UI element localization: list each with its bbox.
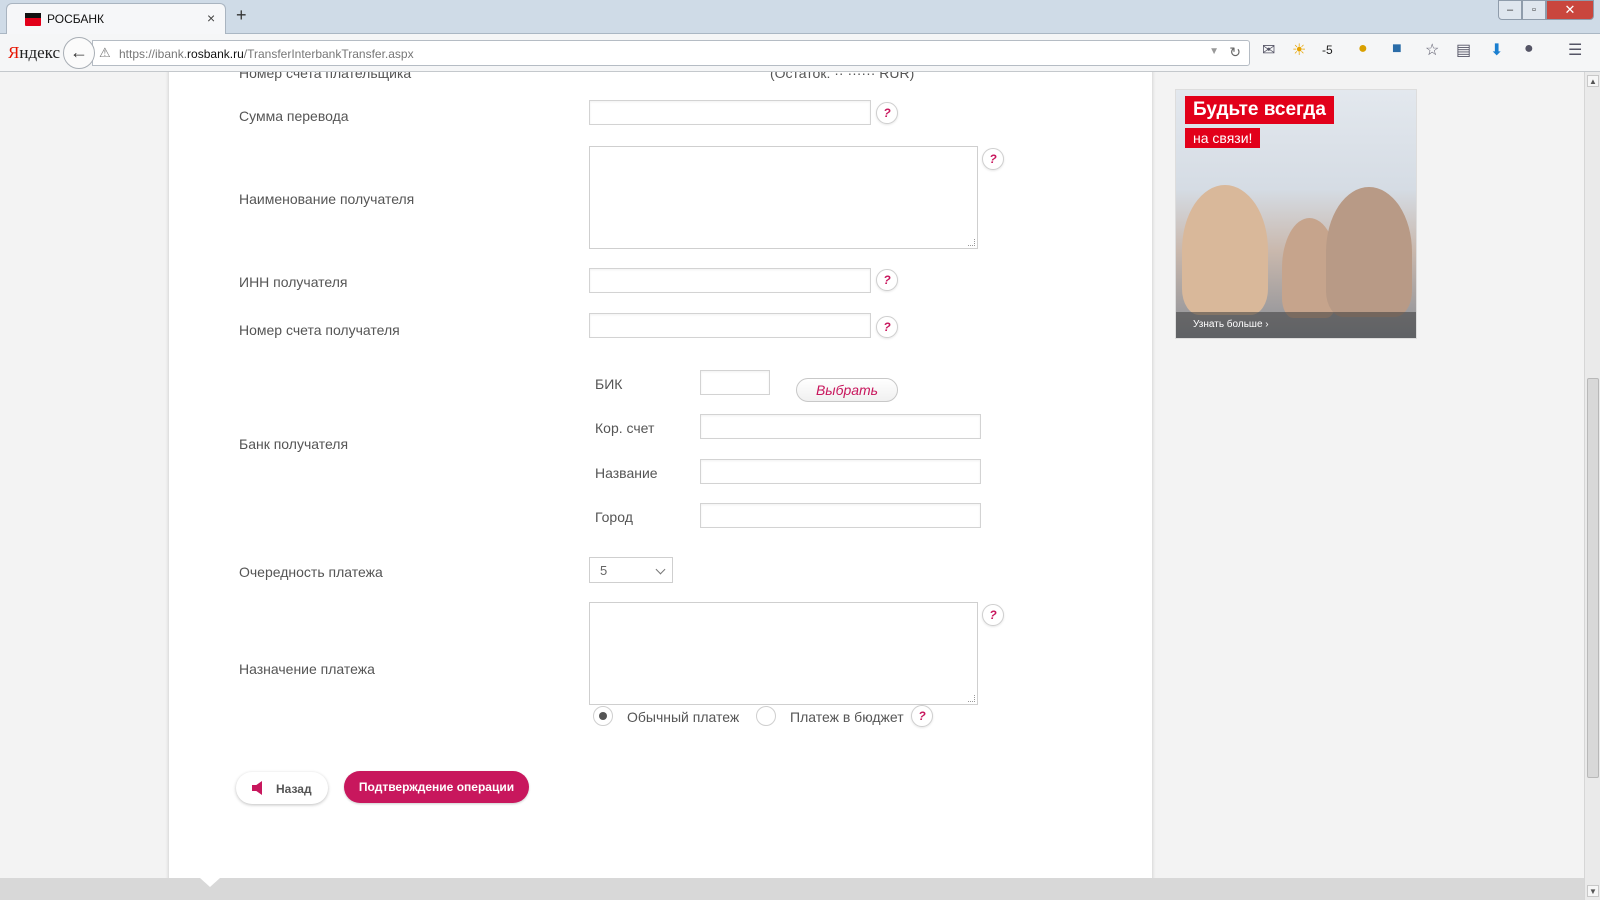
bonus-icon[interactable]: ●	[1358, 40, 1368, 58]
amount-label: Сумма перевода	[239, 108, 349, 124]
payer-account-label: Номер счета плательщика	[239, 72, 412, 81]
regular-payment-label: Обычный платеж	[627, 709, 740, 725]
select-bank-button[interactable]: Выбрать	[796, 378, 898, 402]
budget-payment-help-icon[interactable]: ?	[911, 705, 933, 727]
ad-photo-woman	[1182, 185, 1268, 315]
scroll-up-arrow-icon[interactable]: ▲	[1587, 75, 1599, 87]
recipient-name-help-icon[interactable]: ?	[982, 148, 1004, 170]
minimize-window-button[interactable]: –	[1498, 0, 1522, 20]
new-tab-button[interactable]: +	[236, 5, 247, 26]
back-button[interactable]: Назад	[236, 772, 328, 804]
payer-balance: (Остаток: ·· ······ RUR)	[770, 72, 915, 81]
close-tab-icon[interactable]: ×	[207, 10, 215, 26]
recipient-bank-label: Банк получателя	[239, 436, 349, 452]
ad-banner[interactable]: Будьте всегда на связи! Узнать больше ›	[1175, 89, 1417, 339]
mail-icon[interactable]: ✉	[1262, 40, 1275, 60]
chat-icon[interactable]: ●	[1524, 40, 1534, 58]
ad-footer: Узнать больше ›	[1176, 312, 1416, 338]
warning-icon[interactable]: ⚠	[99, 45, 111, 61]
priority-value: 5	[600, 563, 608, 578]
recipient-account-label: Номер счета получателя	[239, 322, 400, 338]
bik-input[interactable]	[700, 370, 770, 395]
chevron-down-icon	[655, 564, 666, 575]
recipient-inn-help-icon[interactable]: ?	[876, 269, 898, 291]
back-navigation-button[interactable]: ←	[63, 37, 95, 69]
reload-icon[interactable]: ↻	[1229, 44, 1241, 61]
tab-title: РОСБАНК	[47, 12, 105, 26]
history-dropdown-icon[interactable]: ▼	[1209, 46, 1219, 57]
bank-name-input[interactable]	[700, 459, 981, 484]
recipient-account-input[interactable]	[589, 313, 871, 338]
yandex-logo[interactable]: Яндекс	[8, 43, 60, 63]
ad-subheadline: на связи!	[1185, 128, 1261, 148]
priority-select[interactable]: 5	[589, 557, 673, 583]
extension-icon[interactable]: ■	[1392, 40, 1402, 58]
budget-payment-radio[interactable]	[756, 706, 776, 726]
weather-icon[interactable]: ☀	[1292, 40, 1306, 60]
ad-learn-more-link[interactable]: Узнать больше ›	[1193, 319, 1269, 330]
purpose-help-icon[interactable]: ?	[982, 604, 1004, 626]
regular-payment-radio[interactable]	[593, 706, 613, 726]
recipient-name-label: Наименование получателя	[239, 191, 415, 207]
yandex-logo-y: Я	[8, 43, 20, 62]
browser-tab[interactable]: РОСБАНК ×	[6, 3, 226, 34]
recipient-inn-input[interactable]	[589, 268, 871, 293]
page-content: Номер счета плательщика (Остаток: ·· ···…	[0, 72, 1584, 880]
purpose-textarea[interactable]	[589, 602, 978, 705]
confirm-operation-button[interactable]: Подтверждение операции	[344, 771, 529, 803]
scroll-down-arrow-icon[interactable]: ▼	[1587, 885, 1599, 897]
priority-label: Очередность платежа	[239, 564, 383, 580]
vertical-scrollbar[interactable]: ▲ ▼	[1584, 72, 1600, 900]
bookmark-star-icon[interactable]: ☆	[1425, 40, 1439, 60]
corr-account-input[interactable]	[700, 414, 981, 439]
yandex-logo-rest: ндекс	[19, 43, 61, 62]
ad-headline: Будьте всегда	[1185, 96, 1334, 124]
address-bar[interactable]: ⚠ https://ibank.rosbank.ru/TransferInter…	[92, 40, 1250, 66]
menu-icon[interactable]: ☰	[1568, 40, 1582, 60]
url-prefix: https://ibank.	[119, 47, 188, 61]
browser-titlebar: РОСБАНК × + – ▫ ✕	[0, 0, 1600, 34]
budget-payment-label: Платеж в бюджет	[790, 709, 904, 725]
recipient-account-help-icon[interactable]: ?	[876, 316, 898, 338]
bank-city-label: Город	[595, 509, 633, 525]
scrollbar-thumb[interactable]	[1587, 378, 1599, 778]
download-icon[interactable]: ⬇	[1490, 40, 1503, 60]
url-text: https://ibank.rosbank.ru/TransferInterba…	[119, 47, 414, 61]
amount-input[interactable]	[589, 100, 871, 125]
amount-help-icon[interactable]: ?	[876, 102, 898, 124]
corr-account-label: Кор. счет	[595, 420, 655, 436]
weather-temperature: -5	[1322, 43, 1333, 57]
url-path: /TransferInterbankTransfer.aspx	[243, 47, 414, 61]
back-button-label: Назад	[276, 782, 312, 796]
ad-photo-man	[1326, 187, 1412, 317]
page-footer-bar	[0, 878, 1584, 900]
maximize-window-button[interactable]: ▫	[1522, 0, 1546, 20]
purpose-label: Назначение платежа	[239, 661, 375, 677]
url-domain: rosbank.ru	[187, 47, 244, 61]
arrow-left-icon	[252, 781, 262, 795]
bik-label: БИК	[595, 376, 623, 392]
close-window-button[interactable]: ✕	[1546, 0, 1594, 20]
reading-list-icon[interactable]: ▤	[1456, 40, 1471, 60]
bank-name-label: Название	[595, 465, 658, 481]
recipient-name-textarea[interactable]	[589, 146, 978, 249]
recipient-inn-label: ИНН получателя	[239, 274, 348, 290]
rosbank-favicon-icon	[25, 13, 41, 26]
bank-city-input[interactable]	[700, 503, 981, 528]
